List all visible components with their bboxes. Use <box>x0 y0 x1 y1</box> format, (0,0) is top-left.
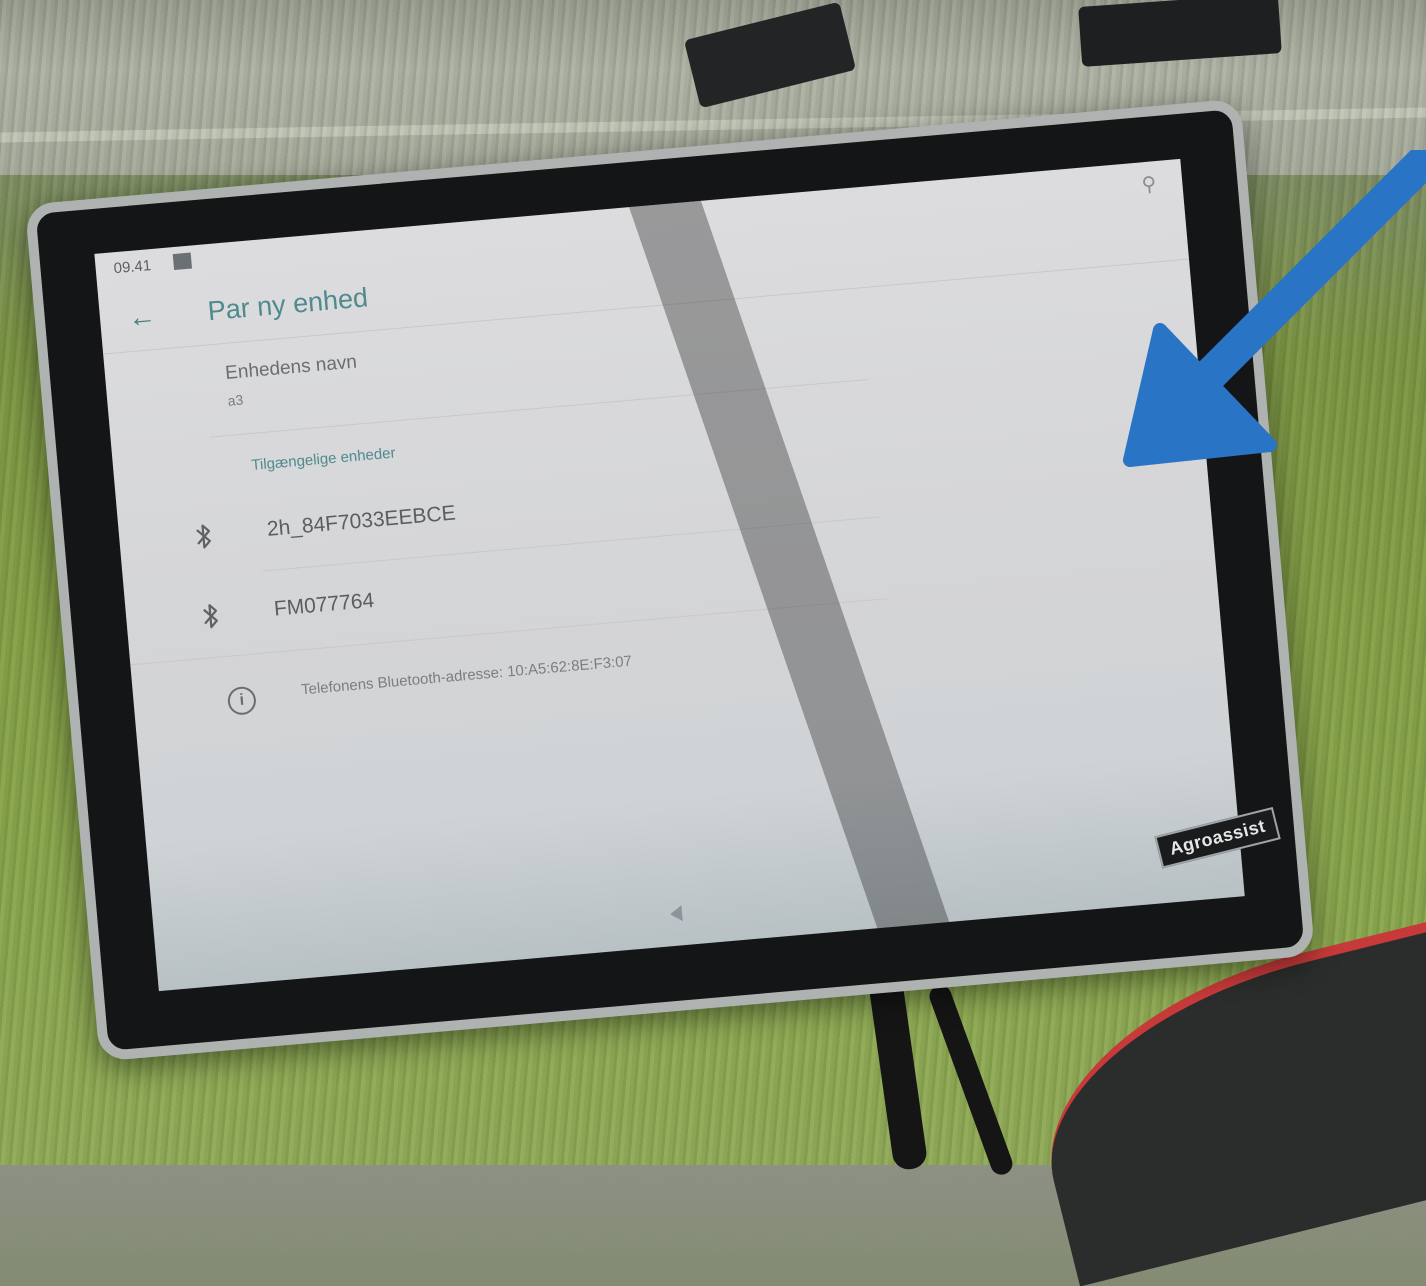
notification-icon <box>172 252 193 271</box>
device-name-value: a3 <box>227 391 244 409</box>
status-time: 09.41 <box>113 257 152 278</box>
nav-back-icon[interactable] <box>669 905 683 923</box>
tablet-screen: 09.41 ← Par ny enhed ⚲ Enhedens navn a3 … <box>94 158 1245 992</box>
bluetooth-address-text: Telefonens Bluetooth-adresse: 10:A5:62:8… <box>300 652 633 699</box>
overlay-arrow-icon <box>1123 150 1426 467</box>
page-title: Par ny enhed <box>206 282 370 327</box>
bluetooth-icon <box>196 524 211 549</box>
device-name: FM077764 <box>273 588 376 621</box>
available-devices-header: Tilgængelige enheder <box>250 444 397 475</box>
info-icon: i <box>226 685 258 716</box>
back-arrow-icon[interactable]: ← <box>127 300 160 333</box>
device-name-label: Enhedens navn <box>224 351 358 384</box>
bluetooth-icon <box>203 604 218 629</box>
device-name: 2h_84F7033EEBCE <box>266 501 457 541</box>
